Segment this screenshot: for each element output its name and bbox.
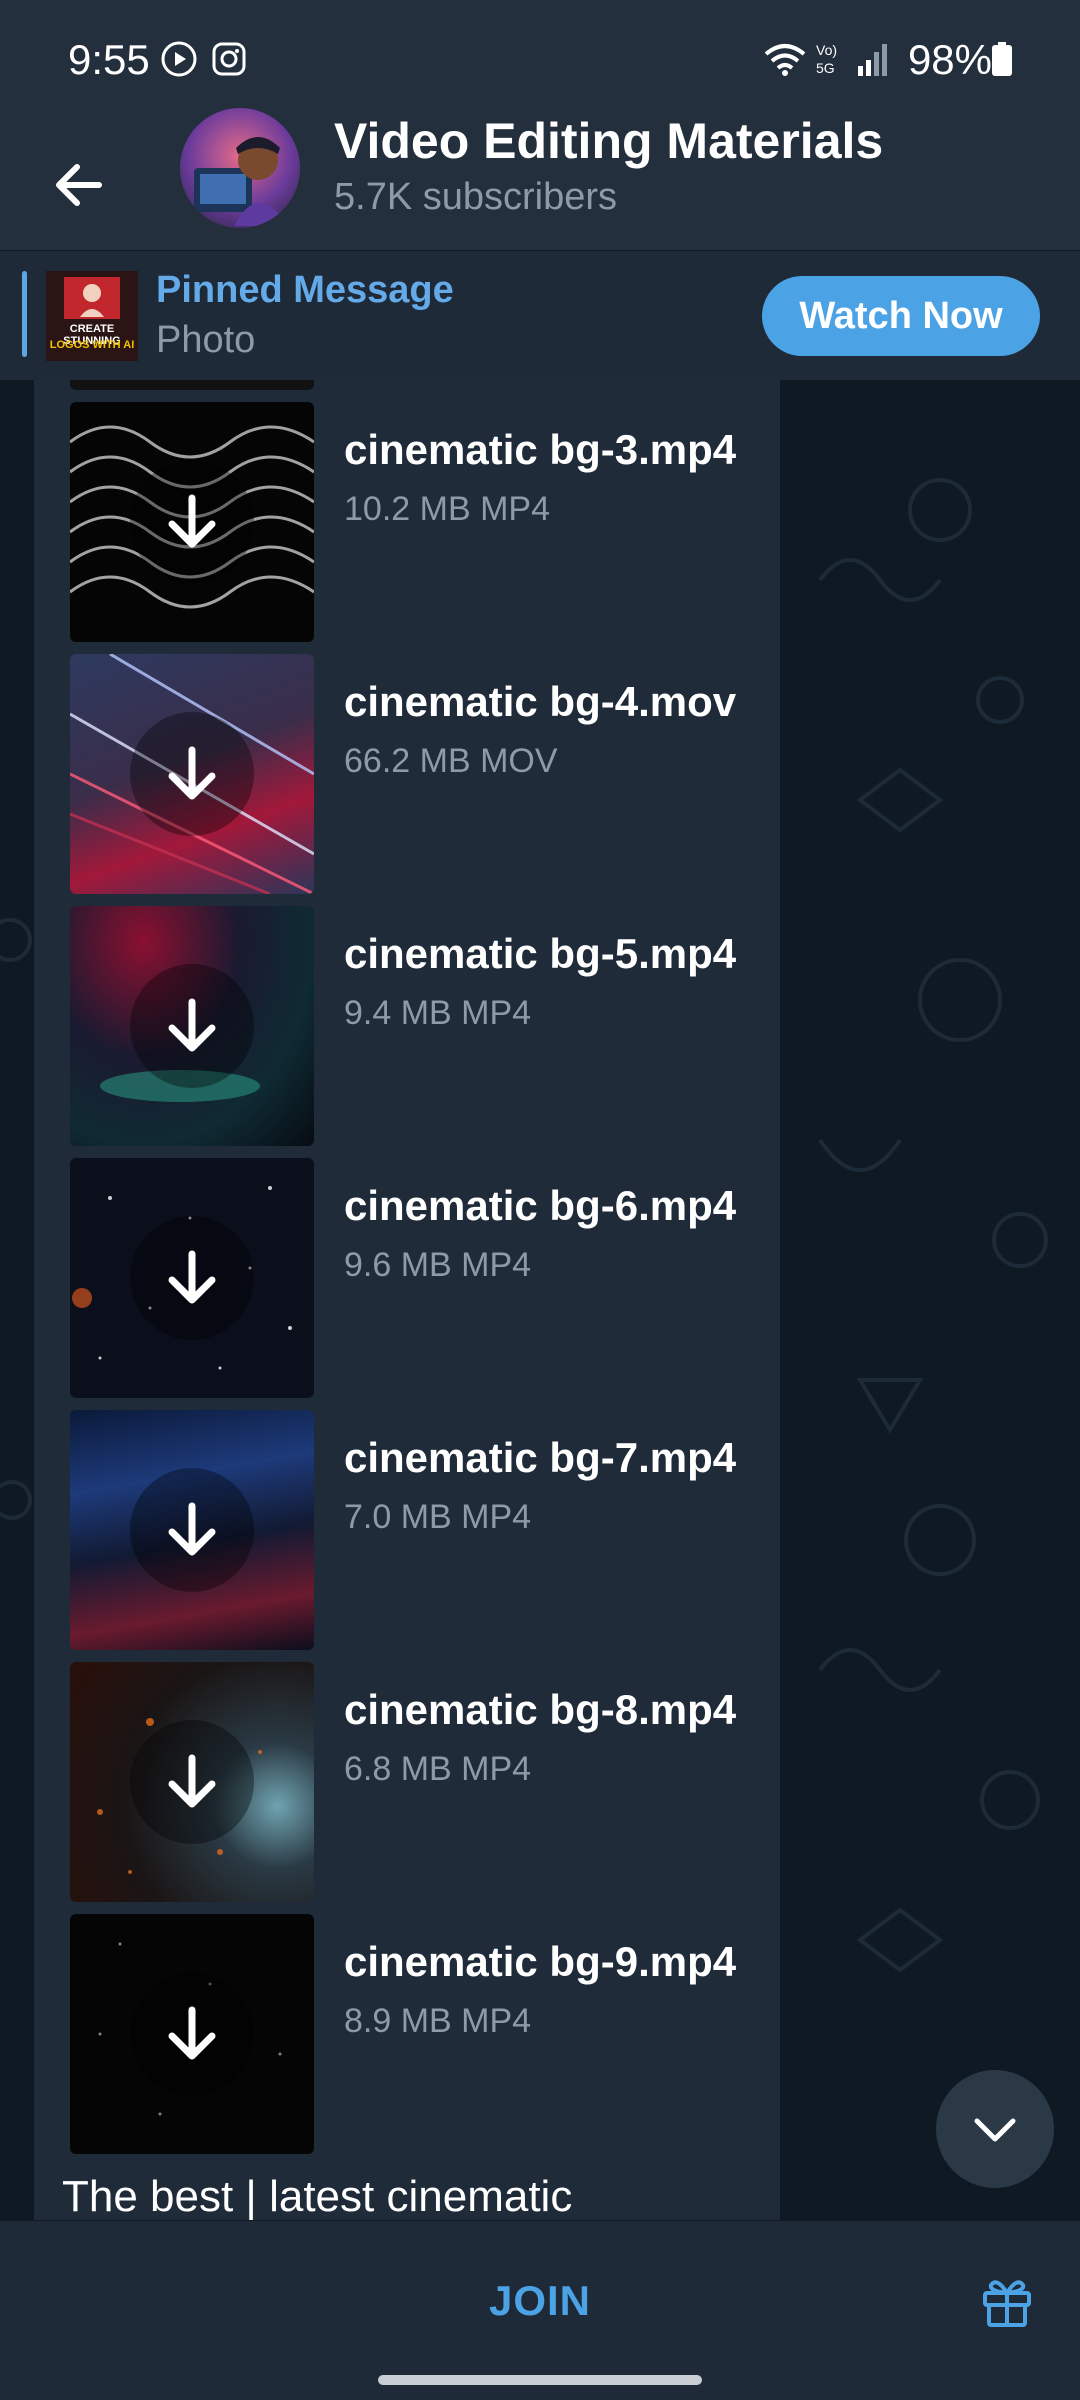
download-arrow-icon [168,1502,216,1556]
file-item[interactable]: cinematic bg-6.mp4 9.6 MB MP4 [70,1158,778,1402]
file-thumbnail[interactable] [70,402,314,642]
file-meta: 66.2 MB MOV [344,742,558,780]
subscriber-count: 5.7K subscribers [334,176,618,218]
file-meta: 6.8 MB MP4 [344,1750,532,1788]
file-item[interactable]: cinematic bg-8.mp4 6.8 MB MP4 [70,1662,778,1906]
status-bar: 9:55 Vo) 5G 98% [0,0,1080,120]
file-item[interactable]: cinematic bg-9.mp4 8.9 MB MP4 [70,1914,778,2158]
download-button[interactable] [130,460,254,584]
watch-now-button[interactable]: Watch Now [762,276,1040,356]
message-caption: The best | latest cinematic [62,2172,573,2220]
file-name: cinematic bg-6.mp4 [344,1182,737,1229]
svg-text:5G: 5G [816,60,835,76]
download-button[interactable] [130,1720,254,1844]
file-meta: 9.4 MB MP4 [344,994,532,1032]
file-meta: 9.6 MB MP4 [344,1246,532,1284]
download-arrow-icon [168,998,216,1052]
file-name: cinematic bg-3.mp4 [344,426,737,473]
download-arrow-icon [168,494,216,548]
file-name: cinematic bg-5.mp4 [344,930,737,977]
home-indicator[interactable] [378,2375,702,2385]
file-meta: 7.0 MB MP4 [344,1498,532,1536]
file-meta: 8.9 MB MP4 [344,2002,532,2040]
previous-thumb-edge [70,380,314,390]
avatar-image [194,137,288,226]
pinned-thumbnail: CREATE STUNNING LOGOS WITH AI [46,271,138,361]
message-bubble[interactable]: cinematic bg-3.mp4 10.2 MB MP4 cinematic… [34,380,780,2220]
download-arrow-icon [168,2006,216,2060]
channel-title[interactable]: Video Editing Materials [334,112,883,170]
pinned-title: Pinned Message [156,269,454,311]
file-name: cinematic bg-8.mp4 [344,1686,737,1733]
chat-area[interactable]: cinematic bg-3.mp4 10.2 MB MP4 cinematic… [0,380,1080,2220]
file-thumbnail[interactable] [70,654,314,894]
file-item[interactable]: cinematic bg-5.mp4 9.4 MB MP4 [70,906,778,1150]
wifi-icon [764,44,806,76]
battery-percent: 98% [907,36,992,83]
download-arrow-icon [168,746,216,800]
file-thumbnail[interactable] [70,1158,314,1398]
join-button[interactable]: JOIN [390,2261,690,2341]
file-name: cinematic bg-9.mp4 [344,1938,737,1985]
media-play-icon [161,41,197,77]
back-button[interactable] [44,140,114,230]
download-button[interactable] [130,1468,254,1592]
file-meta: 10.2 MB MP4 [344,490,550,528]
pinned-thumb-text-2: LOGOS WITH AI [49,339,135,351]
file-name: cinematic bg-4.mov [344,678,737,725]
file-item[interactable]: cinematic bg-4.mov 66.2 MB MOV [70,654,778,898]
scroll-down-button[interactable] [936,2070,1054,2188]
back-arrow-icon [56,164,102,206]
channel-avatar[interactable] [180,108,300,228]
bottom-bar: JOIN [0,2220,1080,2400]
instagram-icon [212,42,246,76]
file-thumbnail[interactable] [70,906,314,1146]
chevron-down-icon [974,2118,1016,2142]
status-time: 9:55 [68,36,150,83]
download-button[interactable] [130,712,254,836]
download-button[interactable] [130,1972,254,2096]
file-thumbnail[interactable] [70,1410,314,1650]
file-item[interactable]: cinematic bg-7.mp4 7.0 MB MP4 [70,1410,778,1654]
download-arrow-icon [168,1250,216,1304]
file-thumbnail[interactable] [70,1662,314,1902]
file-thumbnail[interactable] [70,1914,314,2154]
download-button[interactable] [130,964,254,1088]
svg-text:Vo): Vo) [816,42,837,58]
volte-5g-icon: Vo) 5G [816,42,837,76]
file-item[interactable]: cinematic bg-3.mp4 10.2 MB MP4 [70,402,778,646]
download-button[interactable] [130,1216,254,1340]
pinned-indicator [22,271,27,357]
battery-icon [992,42,1012,76]
signal-icon [858,44,887,76]
download-arrow-icon [168,1754,216,1808]
file-name: cinematic bg-7.mp4 [344,1434,737,1481]
pinned-message-bar[interactable]: CREATE STUNNING LOGOS WITH AI Pinned Mes… [0,250,1080,380]
pinned-subtitle: Photo [156,319,256,361]
gift-button[interactable] [972,2261,1042,2341]
gift-icon [983,2280,1031,2327]
